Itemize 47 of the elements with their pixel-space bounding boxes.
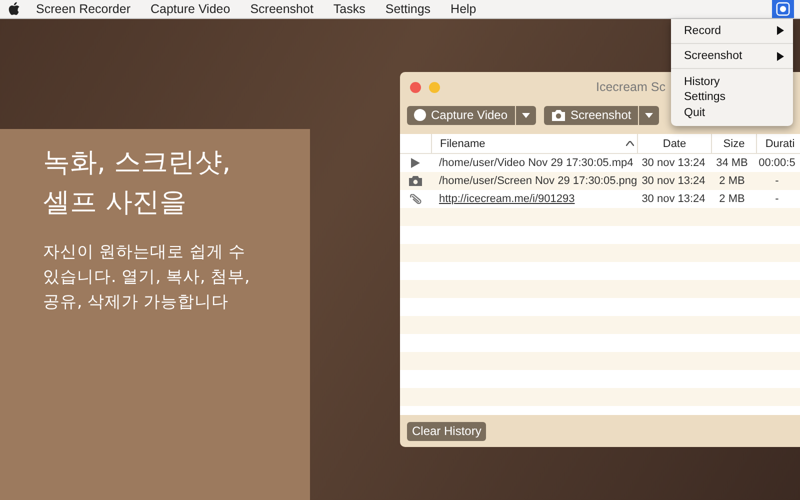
caret-icon [522,112,530,118]
column-header[interactable]: Date [637,134,711,153]
promo-headline: 녹화, 스크린샷, 셀프 사진을 [43,146,232,220]
camera-icon [550,109,566,121]
size-cell-text: 34 MB [715,157,749,169]
submenu-arrow-icon [777,52,784,61]
duration-cell-text: 00:00:5 [758,157,796,169]
size-cell-text: 2 MB [718,193,746,205]
menu-item[interactable]: Record [671,23,793,38]
caret-icon [645,112,654,118]
menu-item[interactable]: Settings [671,90,793,105]
sort-caret-icon [626,141,634,146]
filename-cell-text: http://icecream.me/i/901293 [438,193,576,205]
menu-bar-item[interactable]: Settings [385,2,431,16]
menu-bar-item[interactable]: Screen Recorder [36,2,130,16]
dropdown-button[interactable] [516,106,536,124]
play-icon [411,158,420,168]
column-header[interactable]: Size [711,134,756,153]
size-cell-text: 2 MB [718,175,746,187]
date-cell-text: 30 nov 13:24 [640,157,706,169]
date-cell-text: 30 nov 13:24 [640,193,706,205]
menu-bar-item[interactable]: Help [450,2,476,16]
filename-cell-text: /home/user/Video Nov 29 17:30:05.mp4 [438,157,634,169]
duration-cell-text: - [774,193,780,205]
column-header[interactable]: Durati [756,134,800,153]
submenu-arrow-icon [777,26,784,36]
menu-bar-item[interactable]: Screenshot [250,2,314,16]
paperclip-icon [410,194,422,204]
promo-text: 자신이 원하는대로 쉽게 수 있습니다. 열기, 복사, 첨부, 공유, 삭제가 가능합니다 [43,241,250,313]
capture-button[interactable]: Screenshot [544,106,638,124]
circle-icon [414,109,426,121]
menu-item[interactable]: Quit [671,105,793,120]
app-status-icon[interactable] [772,0,794,18]
capture-button[interactable]: Capture Video [407,106,514,124]
apple-logo-icon[interactable] [8,2,20,16]
duration-cell-text: - [774,175,780,187]
date-cell-text: 30 nov 13:24 [640,175,706,187]
menu-bar-item[interactable]: Capture Video [150,2,230,16]
camera-icon [409,176,422,186]
clear-history-button[interactable]: Clear History [407,422,486,440]
menu-item[interactable]: Screenshot [671,48,793,64]
dropdown-button[interactable] [639,106,660,124]
window-title: Icecream Sc [596,80,666,94]
menu-bar-item[interactable]: Tasks [333,2,366,16]
menu-item[interactable]: History [671,74,793,90]
column-header[interactable]: Filename [431,134,637,153]
filename-cell-text: /home/user/Screen Nov 29 17:30:05.png [438,175,637,187]
